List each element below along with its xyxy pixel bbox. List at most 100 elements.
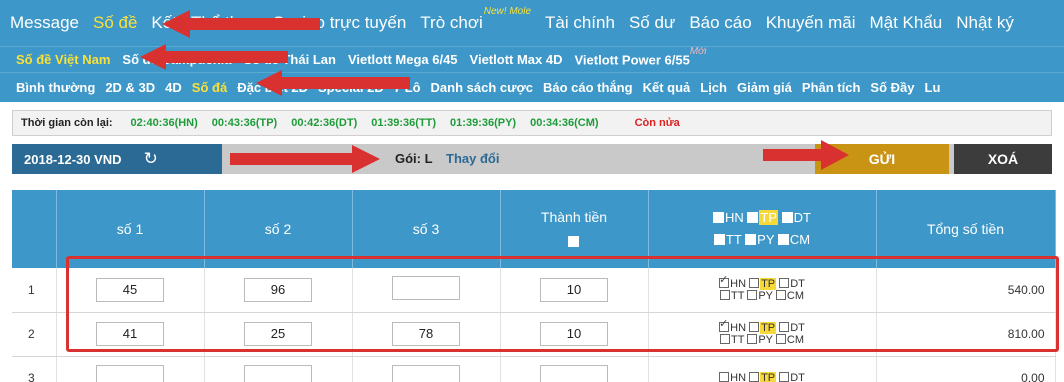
clear-button[interactable]: XOÁ: [954, 144, 1052, 174]
row-dt-checkbox[interactable]: [779, 277, 790, 288]
tab-so-day[interactable]: Số Đầy: [870, 80, 914, 95]
nav-tai-chinh[interactable]: Tài chính: [545, 13, 615, 33]
nav-so-du[interactable]: Số dư: [629, 13, 675, 33]
date-selector[interactable]: 2018-12-30 VND ↻: [12, 144, 222, 174]
nav-the-thao[interactable]: Thể thao: [191, 13, 258, 33]
row-cell-regions: HN TP DT: [648, 356, 877, 382]
region-cm-checkbox[interactable]: [777, 234, 789, 245]
row-hn-checkbox[interactable]: [719, 318, 730, 332]
package-label: Gói: L: [395, 151, 433, 166]
col-total: Tổng số tiền: [876, 190, 1056, 268]
tab-special-2d[interactable]: Special 2D: [318, 80, 384, 95]
number-3-input[interactable]: 78: [392, 322, 460, 346]
region-py-checkbox[interactable]: [745, 234, 757, 245]
number-3-input[interactable]: [392, 276, 460, 301]
region-dt-checkbox[interactable]: [781, 212, 793, 223]
subnav-vietlott-power[interactable]: Vietlott Power 6/55Mới: [574, 47, 706, 68]
subnav-vietlott-max4d[interactable]: Vietlott Max 4D: [470, 52, 563, 67]
row-tt-label: TT: [731, 334, 745, 346]
number-1-input[interactable]: [96, 364, 164, 382]
row-hn-checkbox[interactable]: [719, 372, 730, 382]
row-hn-label: HN: [730, 322, 747, 334]
remaining-time-label: Thời gian còn lại:: [21, 117, 113, 129]
row-cell-n1: 41: [56, 312, 205, 357]
row-dt-label: DT: [790, 372, 805, 382]
nav-ket[interactable]: Kết: [151, 13, 177, 33]
number-2-input[interactable]: 96: [244, 277, 312, 302]
row-cell-amount: 10: [500, 312, 649, 357]
bet-type-nav: Bình thường 2D & 3D 4D Số đá Đặc biệt 2D…: [0, 72, 1064, 102]
send-button[interactable]: GỬI: [815, 144, 949, 174]
row-dt-label: DT: [790, 277, 805, 290]
row-cell-n3: [352, 268, 501, 313]
number-1-input[interactable]: 41: [96, 322, 164, 346]
moi-badge: Mới: [689, 46, 707, 58]
tab-so-da[interactable]: Số đá: [192, 80, 227, 95]
tab-giam-gia[interactable]: Giảm giá: [737, 80, 792, 95]
row-dt-checkbox[interactable]: [779, 322, 790, 332]
tab-7-lo[interactable]: 7 Lô: [394, 80, 421, 95]
amount-input[interactable]: 10: [540, 322, 608, 346]
tab-lu[interactable]: Lu: [925, 80, 941, 95]
number-2-input[interactable]: 25: [244, 322, 312, 346]
tab-2d-3d[interactable]: 2D & 3D: [105, 80, 155, 95]
row-tt-checkbox[interactable]: [720, 334, 731, 344]
tab-dac-biet-2d[interactable]: Đặc biệt 2D: [237, 80, 308, 95]
row-cm-label: CM: [786, 334, 804, 346]
row-cm-checkbox[interactable]: [775, 289, 786, 300]
nav-so-de[interactable]: Số đề: [93, 13, 137, 33]
refresh-icon[interactable]: ↻: [144, 149, 158, 169]
region-dt-label: DT: [793, 210, 811, 225]
tab-bao-cao-thang[interactable]: Báo cáo thắng: [543, 80, 633, 95]
amount-all-checkbox[interactable]: [568, 236, 579, 247]
row-total: 810.00: [876, 312, 1056, 357]
tab-4d[interactable]: 4D: [165, 80, 182, 95]
subnav-so-de-viet-nam[interactable]: Số đề Việt Nam: [16, 52, 110, 67]
region-tp-checkbox[interactable]: [747, 212, 759, 223]
subnav-so-de-thai-lan[interactable]: Số đề Thái Lan: [243, 52, 335, 67]
amount-input[interactable]: [540, 364, 608, 382]
lottery-type-nav: Số đề Việt Nam Số đề Campuchia Số đề Thá…: [0, 46, 1064, 72]
table-row: 1 45 96 10 HN TP DT TT PY CM 540.00: [12, 268, 1056, 313]
row-tp-label: TP: [760, 322, 777, 334]
row-cell-n2: 25: [204, 312, 353, 357]
row-tp-checkbox[interactable]: [749, 277, 760, 288]
tab-lich[interactable]: Lịch: [700, 80, 727, 95]
row-tp-checkbox[interactable]: [749, 322, 760, 332]
row-cell-n2: 96: [204, 268, 353, 313]
tab-danh-sach-cuoc[interactable]: Danh sách cược: [431, 80, 533, 95]
number-3-input[interactable]: [392, 364, 460, 382]
change-package-link[interactable]: Thay đổi: [446, 151, 499, 166]
subnav-so-de-campuchia[interactable]: Số đề Campuchia: [122, 52, 231, 67]
new-badge: New! Mole: [483, 6, 532, 18]
amount-input[interactable]: 10: [540, 277, 608, 302]
subnav-vietlott-mega[interactable]: Vietlott Mega 6/45: [348, 52, 458, 67]
row-dt-checkbox[interactable]: [779, 372, 790, 382]
nav-nhat-ky[interactable]: Nhật ký: [956, 13, 1014, 33]
row-tt-checkbox[interactable]: [720, 289, 731, 300]
row-cell-amount: [500, 356, 649, 382]
row-total: 0.00: [876, 356, 1056, 382]
tab-binh-thuong[interactable]: Bình thường: [16, 80, 95, 95]
row-py-checkbox[interactable]: [747, 334, 758, 344]
row-cm-checkbox[interactable]: [775, 334, 786, 344]
nav-tro-choi[interactable]: Trò chơiNew! Mole: [420, 6, 531, 33]
nav-mat-khau[interactable]: Mật Khẩu: [869, 13, 942, 33]
number-2-input[interactable]: [244, 364, 312, 382]
row-hn-checkbox[interactable]: [719, 274, 730, 288]
col-number-1: số 1: [56, 190, 205, 268]
tab-phan-tich[interactable]: Phân tích: [802, 80, 861, 95]
row-tp-checkbox[interactable]: [749, 372, 760, 382]
nav-message[interactable]: Message: [10, 13, 79, 33]
more-link[interactable]: Còn nửa: [635, 117, 680, 129]
number-1-input[interactable]: 45: [96, 277, 164, 302]
nav-casino[interactable]: Casino trực tuyến: [272, 13, 406, 33]
nav-khuyen-mai[interactable]: Khuyến mãi: [766, 13, 856, 33]
tab-ket-qua[interactable]: Kết quả: [643, 80, 691, 95]
region-tt-checkbox[interactable]: [713, 234, 725, 245]
row-py-checkbox[interactable]: [747, 289, 758, 300]
region-hn-checkbox[interactable]: [713, 212, 724, 223]
subnav-vietlott-power-label: Vietlott Power 6/55: [574, 52, 690, 68]
time-cm: 00:34:36(CM): [530, 117, 599, 129]
nav-bao-cao[interactable]: Báo cáo: [689, 13, 751, 33]
